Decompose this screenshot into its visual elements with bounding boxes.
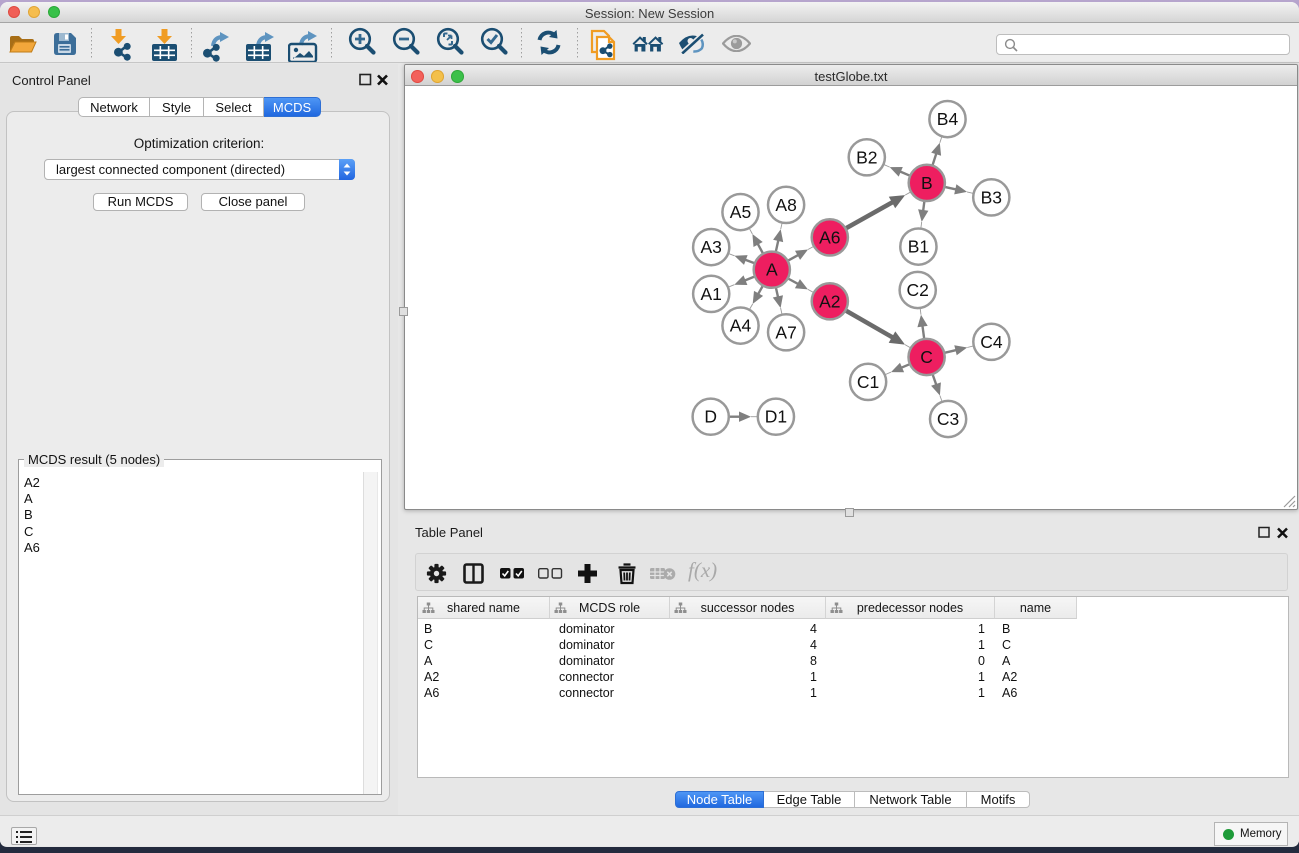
svg-text:A2: A2 (819, 291, 840, 311)
svg-text:A3: A3 (700, 237, 721, 257)
svg-text:A8: A8 (775, 195, 796, 215)
svg-text:B: B (921, 173, 933, 193)
svg-text:D: D (704, 407, 717, 427)
svg-text:C: C (920, 347, 933, 367)
svg-text:B2: B2 (856, 147, 877, 167)
svg-text:A: A (766, 260, 778, 280)
svg-text:C3: C3 (937, 409, 959, 429)
svg-text:A4: A4 (730, 316, 752, 336)
svg-text:B1: B1 (908, 237, 929, 257)
svg-text:C1: C1 (857, 372, 879, 392)
svg-text:C4: C4 (980, 332, 1003, 352)
svg-text:A5: A5 (730, 202, 751, 222)
svg-text:A7: A7 (775, 322, 796, 342)
svg-text:A1: A1 (700, 284, 721, 304)
svg-text:D1: D1 (765, 407, 787, 427)
svg-text:C2: C2 (907, 280, 929, 300)
svg-text:B3: B3 (981, 187, 1002, 207)
svg-text:A6: A6 (819, 227, 840, 247)
svg-text:B4: B4 (937, 109, 959, 129)
